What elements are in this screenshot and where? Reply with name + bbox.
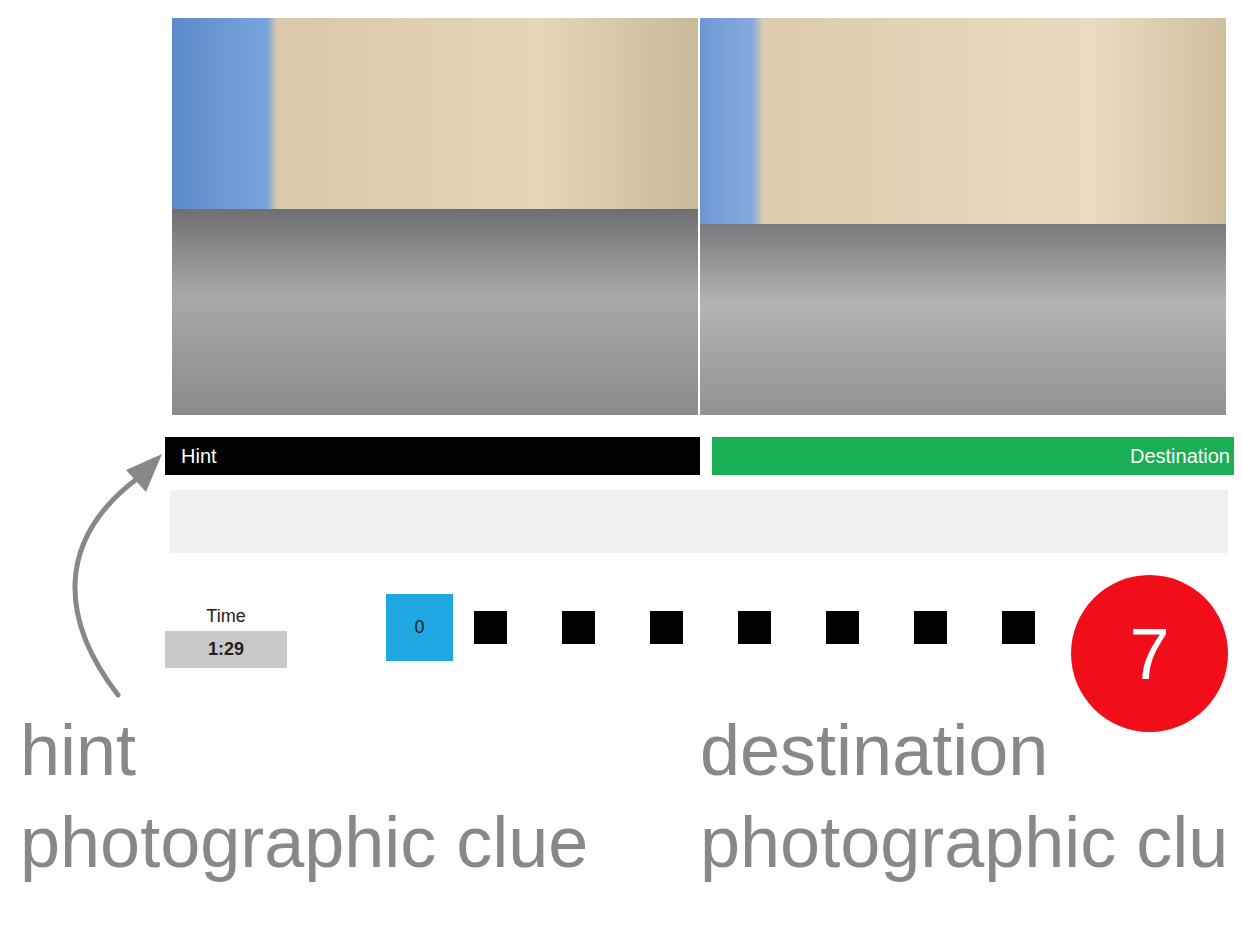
progress-row: Time 1:29 0 7 — [165, 575, 1242, 732]
current-step: 0 — [386, 594, 453, 661]
annotation: destinationphotographic clu — [700, 704, 1240, 888]
timer-value: 1:29 — [165, 631, 287, 668]
hint-bar: Hint — [165, 437, 700, 475]
annotation: hintphotographic clue — [20, 704, 700, 888]
game-screen: HintDestinationTime1:2907hintphotographi… — [0, 0, 1242, 928]
annotation-line: photographic clue — [20, 796, 700, 888]
step-number: 0 — [414, 614, 424, 641]
label-row: Hint Destination — [165, 437, 1234, 475]
info-strip — [170, 490, 1228, 553]
annotation-line: hint — [20, 704, 700, 796]
hint-label: Hint — [181, 445, 217, 467]
destination-photo — [700, 18, 1226, 415]
step-list: 0 — [386, 575, 1035, 661]
pointer-arrow-icon — [0, 0, 1242, 928]
pending-step — [562, 611, 595, 644]
timer-label: Time — [165, 605, 287, 627]
annotation-row: hintphotographic cluedestinationphotogra… — [0, 704, 1242, 888]
hint-photo — [172, 18, 698, 415]
pending-step — [650, 611, 683, 644]
timer: Time 1:29 — [165, 605, 287, 668]
pending-step — [1002, 611, 1035, 644]
annotation-line: destination — [700, 704, 1240, 796]
photo-row — [172, 18, 1226, 415]
goal-number: 7 — [1129, 600, 1169, 708]
pending-step — [826, 611, 859, 644]
pending-step — [474, 611, 507, 644]
destination-label: Destination — [1130, 445, 1230, 467]
annotation-line: photographic clu — [700, 796, 1240, 888]
goal-circle: 7 — [1071, 575, 1228, 732]
pending-step — [914, 611, 947, 644]
destination-bar: Destination — [712, 437, 1235, 475]
pending-step — [738, 611, 771, 644]
